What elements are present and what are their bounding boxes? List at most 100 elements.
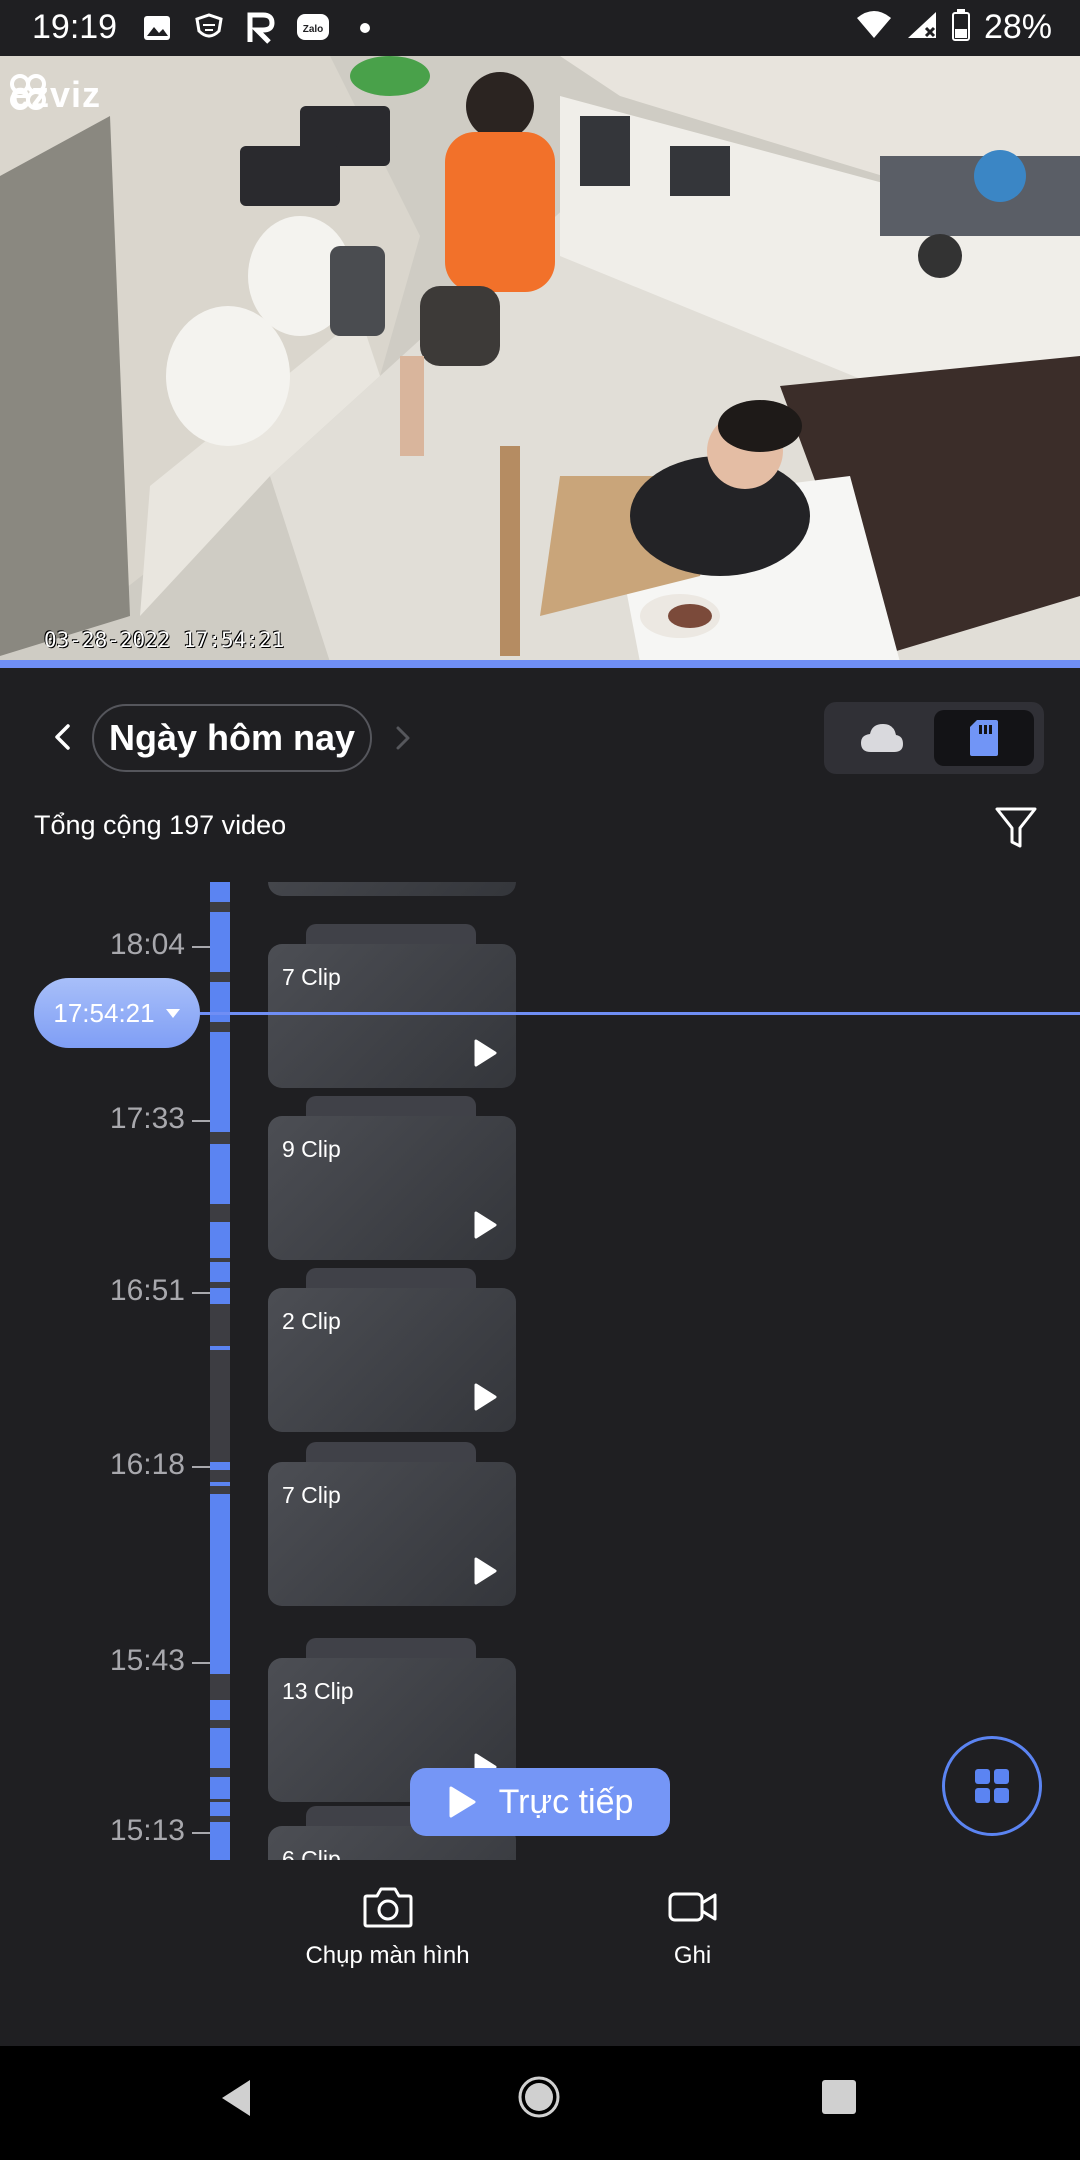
clip-count: 9 Clip: [282, 1136, 341, 1162]
timeline-time-label: 16:18: [109, 1448, 185, 1481]
recording-segment: [210, 1822, 230, 1860]
signal-icon: [906, 10, 938, 45]
sd-card-icon: [970, 720, 998, 756]
live-view-label: Trực tiếp: [498, 1782, 634, 1821]
status-bar: 19:19 Zalo 28%: [0, 0, 1080, 56]
current-time-value: 17:54:21: [53, 997, 155, 1028]
notification-icons: Zalo: [140, 10, 382, 46]
recording-segment: [210, 1288, 230, 1304]
clip-count: 6 Clip: [282, 1846, 341, 1860]
clip-card[interactable]: 9 Clip: [268, 1116, 516, 1260]
recording-segment: [210, 1802, 230, 1816]
r-app-icon: [244, 11, 278, 45]
timeline-tick: [192, 946, 210, 948]
play-icon: [449, 1786, 476, 1818]
timeline-time-label: 18:04: [109, 928, 185, 961]
clip-card[interactable]: 2 Clip: [268, 1288, 516, 1432]
camera-video-view[interactable]: ezviz 03-28-2022 17:54:21: [0, 56, 1080, 662]
recording-segment: [210, 1494, 230, 1674]
timeline-time-label: 16:51: [109, 1274, 185, 1307]
recording-segment: [210, 1777, 230, 1799]
recording-segment: [210, 1700, 230, 1720]
record-label: Ghi: [673, 1942, 712, 1969]
timeline-time-label: 17:33: [109, 1102, 185, 1135]
nav-home-icon[interactable]: [516, 2074, 562, 2120]
timeline-time-label: 15:13: [109, 1814, 185, 1847]
timeline-time-label: 15:43: [109, 1644, 185, 1677]
clip-card[interactable]: 7 Clip: [268, 1462, 516, 1606]
nav-back-icon[interactable]: [216, 2076, 256, 2120]
cloud-icon: [861, 724, 903, 752]
next-day-icon[interactable]: [390, 724, 416, 752]
cloud-storage-button[interactable]: [834, 710, 930, 766]
clip-stack-shadow: [306, 1096, 476, 1116]
clip-stack-shadow: [306, 924, 476, 944]
recording-segment: [210, 1144, 230, 1204]
date-selector[interactable]: Ngày hôm nay: [92, 704, 372, 772]
current-time-cursor-line: [200, 1012, 1080, 1015]
dot-icon: [348, 11, 382, 45]
timeline-tick: [192, 1292, 210, 1294]
battery-icon: [951, 9, 970, 46]
play-icon: [474, 1039, 497, 1067]
sd-card-storage-button[interactable]: [934, 710, 1034, 766]
caret-down-icon: [165, 1009, 180, 1018]
camera-scene-image: [0, 56, 1080, 662]
timeline-tick: [192, 1120, 210, 1122]
status-time: 19:19: [32, 8, 118, 46]
bottom-action-bar: Chụp màn hình Ghi: [0, 1860, 1080, 2046]
video-camera-icon: [668, 1892, 716, 1922]
recording-segment: [210, 1482, 230, 1486]
timeline-tick: [192, 1466, 210, 1468]
clip-card[interactable]: 7 Clip: [268, 944, 516, 1088]
recording-segment: [210, 1262, 230, 1282]
camera-icon: [363, 1887, 412, 1928]
play-icon: [474, 1383, 497, 1411]
recording-segment: [210, 912, 230, 972]
recording-segment: [210, 1728, 230, 1768]
clip-stack-shadow: [306, 1442, 476, 1462]
grid-view-button[interactable]: [942, 1736, 1042, 1836]
zalo-icon: Zalo: [296, 11, 330, 45]
system-status: 28%: [856, 8, 1052, 47]
brand-logo: ezviz: [10, 74, 101, 116]
recording-segment: [210, 1346, 230, 1350]
recording-segment: [210, 1222, 230, 1258]
record-button[interactable]: Ghi: [620, 1886, 765, 1970]
screenshot-button[interactable]: Chụp màn hình: [300, 1886, 475, 1970]
wifi-icon: [856, 10, 892, 45]
play-icon: [474, 1557, 497, 1585]
clip-count: 2 Clip: [282, 1308, 341, 1334]
image-icon: [140, 11, 174, 45]
play-icon: [474, 1211, 497, 1239]
timeline-tick: [192, 1662, 210, 1664]
video-progress-bar[interactable]: [0, 660, 1080, 668]
live-view-button[interactable]: Trực tiếp: [410, 1768, 670, 1836]
recording-segment: [210, 1462, 230, 1470]
video-timestamp: 03-28-2022 17:54:21: [44, 628, 285, 652]
nav-recents-icon[interactable]: [820, 2078, 858, 2116]
grid-icon: [975, 1769, 1009, 1803]
ezviz-logo-icon: [10, 74, 46, 110]
storage-source-toggle: [824, 702, 1044, 774]
timeline-tick: [192, 1832, 210, 1834]
clip-stack-shadow: [306, 1268, 476, 1288]
filter-icon[interactable]: [994, 804, 1038, 852]
clip-count: 7 Clip: [282, 1482, 341, 1508]
current-time-indicator[interactable]: 17:54:21: [34, 978, 200, 1048]
zalo-label: Zalo: [303, 24, 324, 35]
system-navigation-bar: [0, 2046, 1080, 2160]
previous-day-icon[interactable]: [48, 722, 78, 752]
clip-count: 13 Clip: [282, 1678, 354, 1704]
recording-segment: [210, 982, 230, 1022]
battery-percent: 28%: [983, 8, 1052, 46]
recording-segment: [210, 882, 230, 902]
playback-timeline[interactable]: 18:04 17:33 16:51 16:18 15:43 15:13 7 Cl…: [0, 882, 1080, 1860]
clip-count: 7 Clip: [282, 964, 341, 990]
shield-icon: [192, 11, 226, 45]
screenshot-label: Chụp màn hình: [305, 1942, 470, 1969]
total-video-count: Tổng cộng 197 video: [34, 810, 287, 840]
recording-segment: [210, 1032, 230, 1132]
clip-card[interactable]: [268, 882, 516, 896]
clip-stack-shadow: [306, 1638, 476, 1658]
